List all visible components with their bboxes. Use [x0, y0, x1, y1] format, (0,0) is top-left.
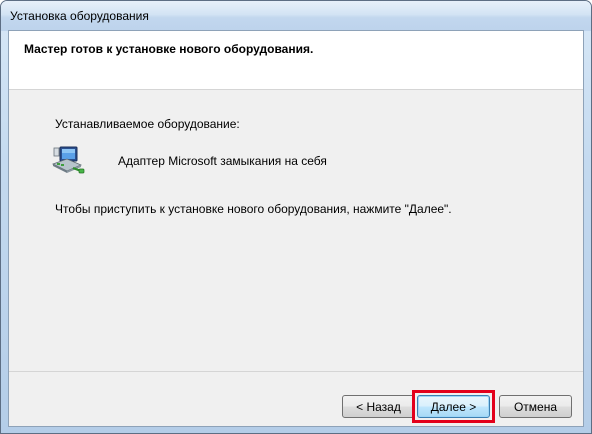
footer-divider — [9, 371, 583, 372]
window-title: Установка оборудования — [10, 9, 149, 23]
device-name: Адаптер Microsoft замыкания на себя — [118, 154, 327, 168]
title-bar[interactable]: Установка оборудования — [1, 1, 591, 31]
wizard-client-area: Мастер готов к установке нового оборудов… — [8, 30, 584, 427]
next-button[interactable]: Далее > — [417, 395, 490, 418]
cancel-button[interactable]: Отмена — [499, 395, 572, 418]
wizard-header: Мастер готов к установке нового оборудов… — [9, 31, 583, 90]
back-button[interactable]: < Назад — [342, 395, 415, 418]
installing-device-label: Устанавливаемое оборудование: — [55, 117, 240, 131]
instruction-text: Чтобы приступить к установке нового обор… — [55, 202, 452, 216]
header-title: Мастер готов к установке нового оборудов… — [24, 42, 314, 56]
wizard-window: Установка оборудования Мастер готов к ус… — [0, 0, 592, 434]
network-adapter-icon — [51, 144, 87, 176]
